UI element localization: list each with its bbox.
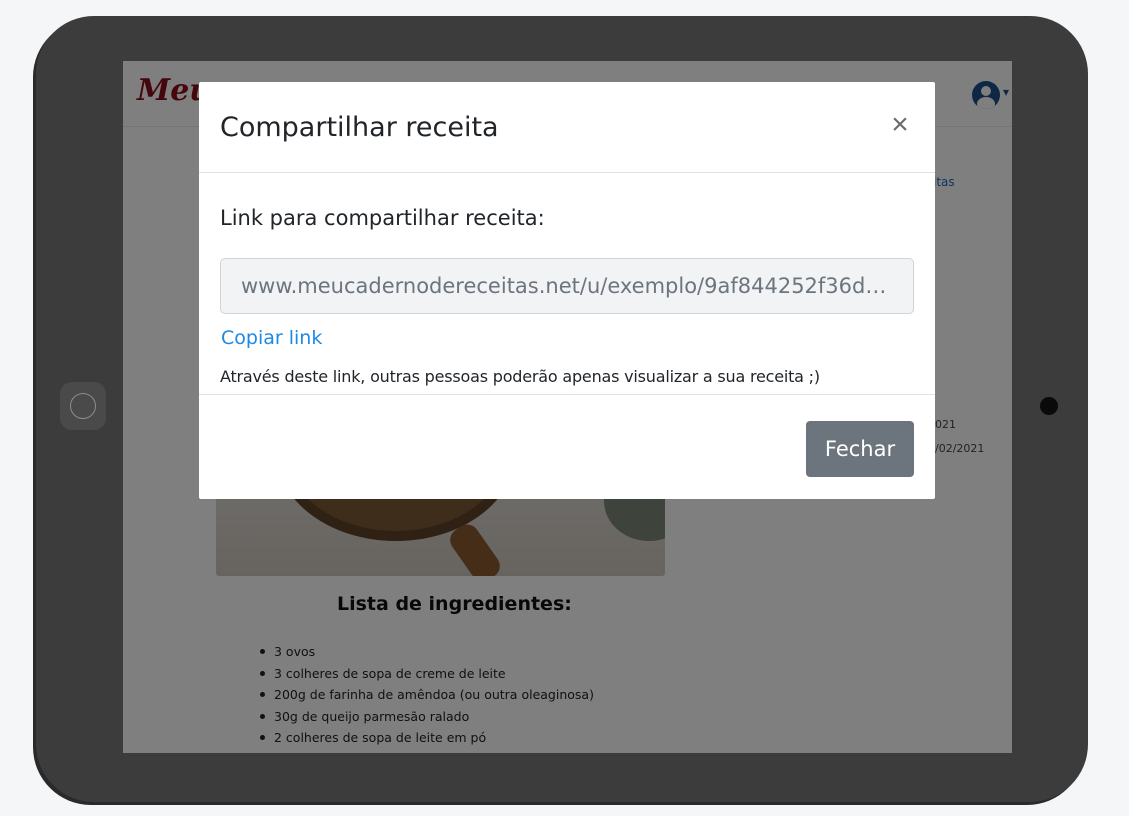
share-recipe-modal: Compartilhar receita × Link para compart…: [199, 82, 935, 499]
modal-title: Compartilhar receita: [220, 112, 499, 143]
modal-header: Compartilhar receita ×: [199, 82, 935, 173]
camera-icon: [1040, 397, 1058, 415]
link-label: Link para compartilhar receita:: [220, 206, 545, 230]
copy-link-button[interactable]: Copiar link: [221, 327, 322, 349]
home-button[interactable]: [60, 382, 106, 430]
close-button[interactable]: Fechar: [806, 421, 914, 477]
close-icon[interactable]: ×: [885, 110, 915, 142]
home-ring-icon: [70, 393, 96, 419]
share-link-input[interactable]: www.meucadernodereceitas.net/u/exemplo/9…: [220, 258, 914, 314]
share-note: Através deste link, outras pessoas poder…: [220, 367, 820, 386]
modal-footer-divider: [199, 394, 935, 395]
